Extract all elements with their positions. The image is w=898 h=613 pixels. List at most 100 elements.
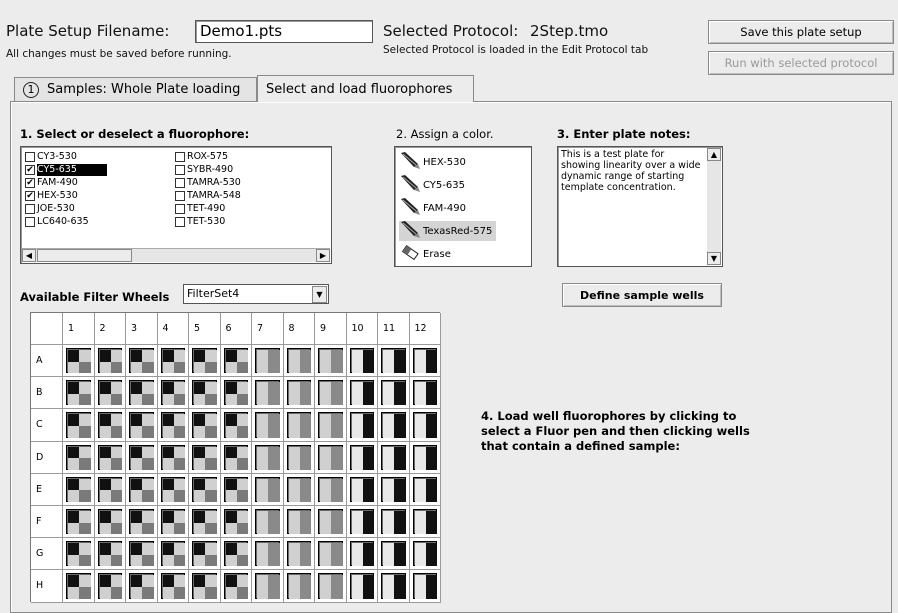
column-header[interactable]: 10: [346, 313, 378, 345]
scroll-left-arrow-icon[interactable]: ◀: [22, 249, 36, 262]
plate-cell[interactable]: [283, 409, 315, 442]
plate-cell[interactable]: [63, 473, 95, 506]
checkbox-icon[interactable]: [175, 204, 185, 214]
plate-well[interactable]: [255, 541, 280, 567]
plate-cell[interactable]: [346, 473, 378, 506]
plate-cell[interactable]: [315, 409, 347, 442]
notes-scrollbar[interactable]: ▲ ▼: [707, 148, 721, 265]
scroll-thumb[interactable]: [37, 249, 132, 262]
tab-samples[interactable]: 1 Samples: Whole Plate loading: [14, 77, 257, 101]
plate-well[interactable]: [349, 476, 374, 502]
plate-well[interactable]: [66, 476, 91, 502]
plate-well[interactable]: [160, 509, 185, 535]
plate-well[interactable]: [129, 444, 154, 470]
chevron-down-icon[interactable]: ▼: [312, 286, 327, 303]
plate-well[interactable]: [255, 444, 280, 470]
plate-cell[interactable]: [220, 441, 252, 474]
plate-well[interactable]: [381, 380, 406, 406]
row-header[interactable]: E: [31, 473, 63, 506]
plate-well[interactable]: [349, 573, 374, 599]
plate-cell[interactable]: [126, 345, 158, 378]
scroll-down-arrow-icon[interactable]: ▼: [707, 252, 721, 265]
plate-cell[interactable]: [409, 377, 441, 410]
plate-cell[interactable]: [315, 506, 347, 539]
column-header[interactable]: 8: [283, 313, 315, 345]
plate-cell[interactable]: [63, 409, 95, 442]
plate-well[interactable]: [97, 348, 122, 374]
plate-well[interactable]: [66, 509, 91, 535]
fluorophore-item[interactable]: SYBR-490: [175, 164, 233, 176]
plate-well[interactable]: [192, 476, 217, 502]
plate-cell[interactable]: [189, 538, 221, 571]
column-header[interactable]: 12: [409, 313, 441, 345]
plate-cell[interactable]: [220, 345, 252, 378]
plate-cell[interactable]: [283, 506, 315, 539]
plate-cell[interactable]: [315, 473, 347, 506]
plate-cell[interactable]: [126, 506, 158, 539]
plate-well[interactable]: [286, 444, 311, 470]
tab-fluorophores[interactable]: Select and load fluorophores: [257, 75, 474, 102]
plate-well[interactable]: [318, 509, 343, 535]
column-header[interactable]: 5: [189, 313, 221, 345]
fluorophore-item[interactable]: ✔ CY5-635: [25, 164, 107, 176]
plate-cell[interactable]: [94, 473, 126, 506]
plate-cell[interactable]: [315, 570, 347, 603]
plate-well[interactable]: [255, 348, 280, 374]
row-header[interactable]: D: [31, 441, 63, 474]
checkbox-icon[interactable]: [25, 204, 35, 214]
plate-well[interactable]: [412, 348, 437, 374]
column-header[interactable]: 1: [63, 313, 95, 345]
plate-cell[interactable]: [252, 506, 284, 539]
plate-well[interactable]: [97, 476, 122, 502]
plate-cell[interactable]: [220, 409, 252, 442]
plate-cell[interactable]: [409, 506, 441, 539]
plate-cell[interactable]: [63, 441, 95, 474]
fluorophore-item[interactable]: TET-490: [175, 203, 225, 215]
plate-cell[interactable]: [315, 538, 347, 571]
plate-cell[interactable]: [220, 570, 252, 603]
plate-well[interactable]: [412, 509, 437, 535]
fluorophore-item[interactable]: TAMRA-548: [175, 190, 241, 202]
color-pen-item[interactable]: FAM-490: [399, 197, 470, 218]
plate-cell[interactable]: [252, 538, 284, 571]
plate-well[interactable]: [286, 509, 311, 535]
plate-cell[interactable]: [94, 538, 126, 571]
color-pen-list[interactable]: HEX-530 CY5-635 FAM-490 TexasRed-575 Erase: [394, 146, 532, 267]
plate-well[interactable]: [97, 380, 122, 406]
plate-cell[interactable]: [315, 377, 347, 410]
plate-cell[interactable]: [94, 441, 126, 474]
color-pen-item[interactable]: CY5-635: [399, 174, 469, 195]
row-header[interactable]: G: [31, 538, 63, 571]
plate-cell[interactable]: [126, 441, 158, 474]
plate-cell[interactable]: [126, 377, 158, 410]
plate-well[interactable]: [349, 509, 374, 535]
plate-cell[interactable]: [220, 377, 252, 410]
plate-cell[interactable]: [220, 538, 252, 571]
plate-well[interactable]: [160, 412, 185, 438]
plate-well[interactable]: [97, 412, 122, 438]
plate-cell[interactable]: [189, 409, 221, 442]
plate-well[interactable]: [129, 380, 154, 406]
plate-cell[interactable]: [346, 538, 378, 571]
plate-cell[interactable]: [157, 570, 189, 603]
plate-cell[interactable]: [283, 473, 315, 506]
plate-well[interactable]: [160, 476, 185, 502]
plate-cell[interactable]: [346, 377, 378, 410]
plate-well[interactable]: [66, 573, 91, 599]
plate-well[interactable]: [129, 476, 154, 502]
plate-cell[interactable]: [63, 538, 95, 571]
plate-cell[interactable]: [94, 409, 126, 442]
row-header[interactable]: F: [31, 506, 63, 539]
fluorophore-item[interactable]: ✔ HEX-530: [25, 190, 78, 202]
plate-well[interactable]: [412, 541, 437, 567]
plate-well[interactable]: [160, 444, 185, 470]
column-header[interactable]: 3: [126, 313, 158, 345]
plate-cell[interactable]: [157, 377, 189, 410]
row-header[interactable]: B: [31, 377, 63, 410]
plate-cell[interactable]: [346, 409, 378, 442]
plate-well[interactable]: [412, 444, 437, 470]
row-header[interactable]: C: [31, 409, 63, 442]
checkbox-icon[interactable]: [175, 191, 185, 201]
plate-well[interactable]: [97, 444, 122, 470]
plate-cell[interactable]: [409, 473, 441, 506]
